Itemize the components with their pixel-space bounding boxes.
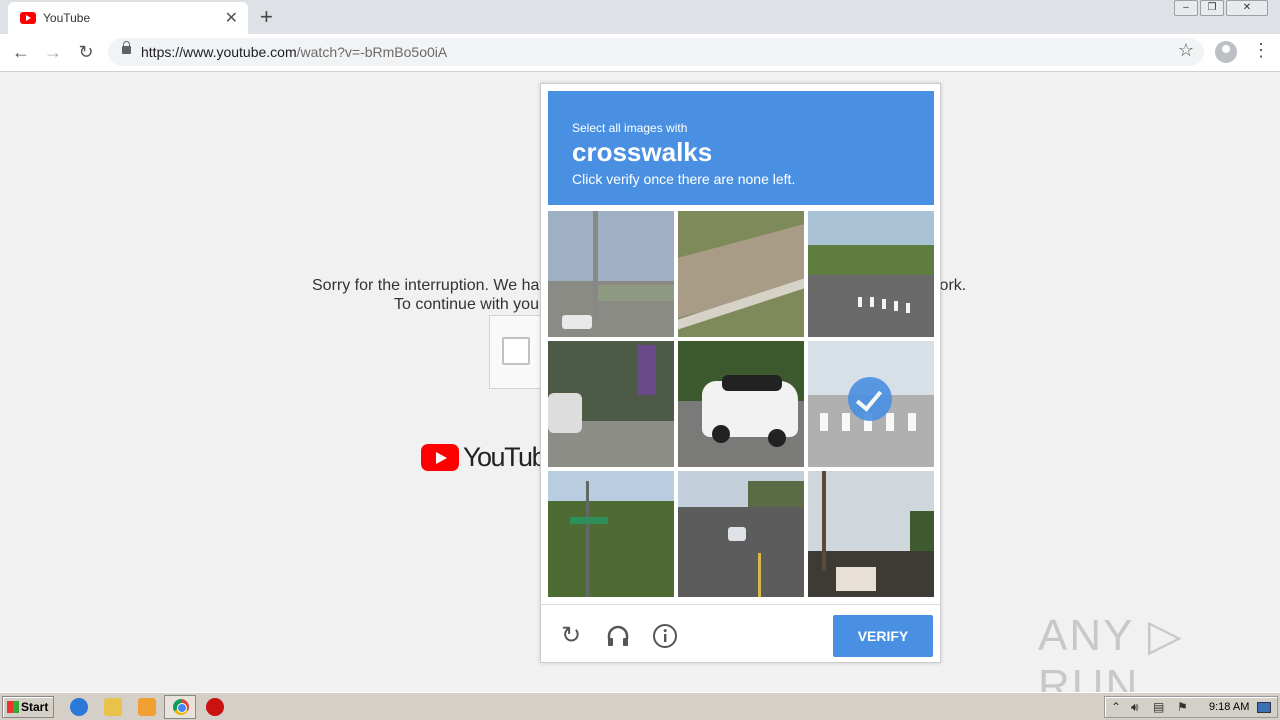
clock[interactable]: 9:18 AM [1209, 701, 1249, 713]
image-tile-5[interactable] [678, 341, 804, 467]
forward-icon[interactable]: → [41, 40, 65, 64]
volume-icon[interactable]: 🔊︎ [1131, 700, 1139, 715]
image-tile-3[interactable] [808, 211, 934, 337]
url-text[interactable]: https://www.youtube.com/watch?v=-bRmBo5o… [141, 44, 447, 60]
show-desktop-icon[interactable] [1257, 702, 1271, 713]
flag-icon[interactable]: ⚑ [1177, 700, 1188, 714]
minimize-button[interactable]: – [1174, 0, 1198, 16]
image-tile-9[interactable] [808, 471, 934, 597]
restore-button[interactable]: ❐ [1200, 0, 1224, 16]
reload-challenge-icon[interactable]: ↻ [558, 623, 584, 649]
prompt-hint: Click verify once there are none left. [572, 171, 796, 187]
reload-icon[interactable]: ↻ [74, 40, 98, 64]
selected-check-icon [848, 377, 892, 421]
taskbar-chrome-button[interactable] [164, 695, 196, 719]
youtube-favicon-icon [20, 12, 36, 24]
menu-dots-icon[interactable]: ⋮ [1252, 40, 1270, 61]
info-icon[interactable] [652, 623, 678, 649]
image-grid [548, 211, 934, 597]
tab-youtube[interactable]: YouTube ✕ [8, 2, 248, 34]
image-tile-7[interactable] [548, 471, 674, 597]
windows-logo-icon [7, 701, 19, 713]
youtube-play-icon [421, 444, 459, 471]
tab-title: YouTube [43, 11, 91, 25]
url-path: /watch?v=-bRmBo5o0iA [296, 44, 448, 60]
start-button[interactable]: Start [2, 696, 54, 718]
file-explorer-icon[interactable] [104, 698, 122, 716]
url-host: https://www.youtube.com [141, 44, 297, 60]
image-tile-8[interactable] [678, 471, 804, 597]
recaptcha-anchor [489, 315, 544, 389]
image-tile-2[interactable] [678, 211, 804, 337]
new-tab-button[interactable]: + [260, 4, 273, 30]
sorry-line1-left: Sorry for the interruption. We have [312, 277, 557, 294]
window-controls: – ❐ ✕ [1174, 0, 1268, 18]
tray-expand-icon[interactable]: ⌃ [1111, 700, 1121, 714]
prompt-target: crosswalks [572, 137, 713, 167]
chrome-icon [173, 699, 189, 715]
image-tile-4[interactable] [548, 341, 674, 467]
window-close-button[interactable]: ✕ [1226, 0, 1268, 16]
start-label: Start [21, 700, 49, 714]
prompt-small: Select all images with [572, 121, 688, 135]
verify-button[interactable]: VERIFY [833, 615, 933, 657]
system-tray: ⌃ 🔊︎ ▤ ⚑ 9:18 AM [1104, 696, 1278, 718]
profile-avatar-icon[interactable] [1215, 41, 1237, 63]
bookmark-star-icon[interactable]: ☆ [1178, 40, 1194, 61]
tab-close-icon[interactable]: ✕ [225, 8, 238, 28]
stop-icon[interactable] [206, 698, 224, 716]
address-bar[interactable]: https://www.youtube.com/watch?v=-bRmBo5o… [108, 38, 1204, 66]
browser-toolbar: ← → ↻ https://www.youtube.com/watch?v=-b… [0, 34, 1280, 72]
tab-strip: YouTube ✕ + – ❐ ✕ [0, 0, 1280, 34]
taskbar: Start ⌃ 🔊︎ ▤ ⚑ 9:18 AM [0, 692, 1280, 720]
image-tile-1[interactable] [548, 211, 674, 337]
lock-icon [122, 41, 131, 54]
challenge-header: Select all images with crosswalks Click … [548, 91, 934, 205]
recaptcha-checkbox[interactable] [502, 337, 530, 365]
image-tile-6[interactable] [808, 341, 934, 467]
network-icon[interactable]: ▤ [1153, 700, 1164, 714]
headphones-icon[interactable] [605, 623, 631, 649]
back-icon[interactable]: ← [9, 40, 33, 64]
challenge-footer: ↻ VERIFY [541, 604, 940, 662]
internet-explorer-icon[interactable] [70, 698, 88, 716]
recaptcha-challenge: Select all images with crosswalks Click … [540, 83, 941, 663]
media-player-icon[interactable] [138, 698, 156, 716]
sorry-line2-left: To continue with your [394, 296, 545, 313]
